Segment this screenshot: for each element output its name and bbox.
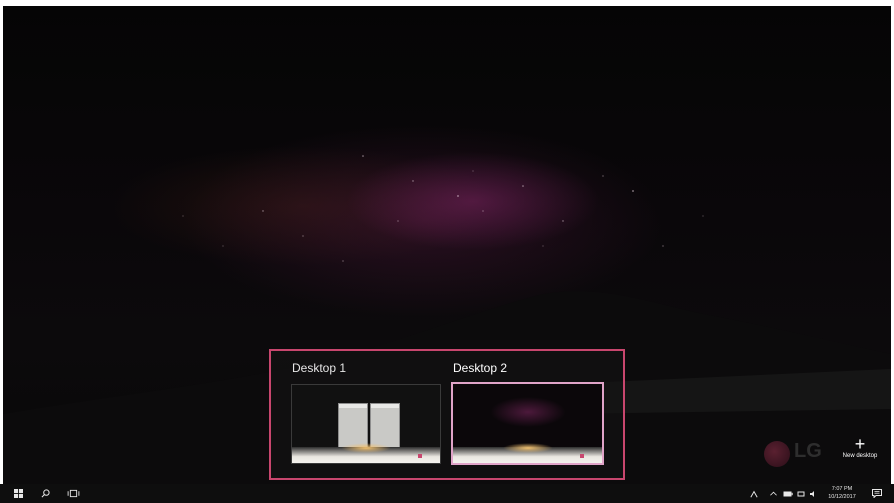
task-view-icon[interactable] (64, 486, 82, 501)
new-desktop-label: New desktop (842, 453, 878, 459)
new-desktop-button[interactable]: + New desktop (832, 434, 888, 468)
plus-icon: + (854, 434, 866, 454)
action-center-icon[interactable] (870, 486, 884, 501)
desktop-1-label: Desktop 1 (292, 361, 347, 375)
windows-start-icon[interactable] (10, 486, 26, 501)
chevron-up-icon[interactable] (768, 486, 778, 501)
screen: Desktop 1 Desktop 2 LG + New desktop 7:0… (0, 0, 894, 503)
thumbnail-glow (502, 443, 553, 453)
battery-icon[interactable] (782, 486, 794, 501)
taskbar-clock[interactable]: 7:07 PM 10/12/2017 (820, 485, 864, 501)
lg-logo: LG (764, 437, 824, 471)
desktop-2-thumbnail[interactable] (451, 382, 604, 465)
desktop-2-label: Desktop 2 (453, 361, 508, 375)
volume-icon[interactable] (808, 486, 818, 501)
search-icon[interactable] (37, 486, 53, 501)
lg-logo-text: LG (794, 440, 822, 462)
people-icon[interactable] (748, 486, 760, 501)
network-icon[interactable] (796, 486, 806, 501)
clock-date: 10/12/2017 (828, 494, 856, 500)
desktop-1-thumbnail[interactable] (291, 384, 441, 464)
thumbnail-marker (580, 454, 584, 458)
clock-time: 7:07 PM (831, 486, 853, 492)
taskbar: 7:07 PM 10/12/2017 (0, 484, 894, 503)
thumbnail-marker (418, 454, 422, 458)
lg-logo-circle-icon (764, 441, 790, 467)
thumbnail-glow (341, 443, 391, 453)
